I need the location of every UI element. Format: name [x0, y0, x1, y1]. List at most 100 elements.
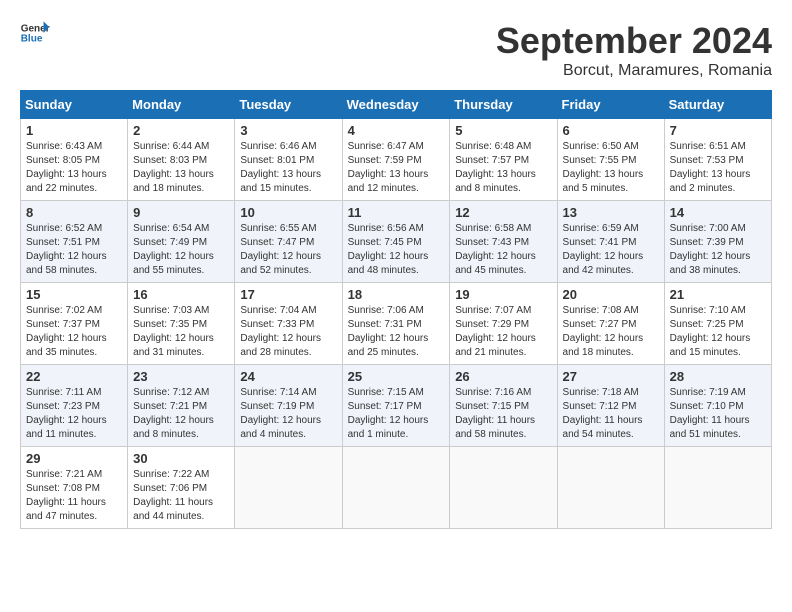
calendar-cell: 5 Sunrise: 6:48 AM Sunset: 7:57 PM Daylig… [450, 119, 557, 201]
calendar-cell [235, 447, 342, 529]
calendar-cell: 26 Sunrise: 7:16 AM Sunset: 7:15 PM Dayli… [450, 365, 557, 447]
calendar-cell: 7 Sunrise: 6:51 AM Sunset: 7:53 PM Daylig… [664, 119, 771, 201]
calendar-cell: 24 Sunrise: 7:14 AM Sunset: 7:19 PM Dayli… [235, 365, 342, 447]
calendar-cell: 13Sunrise: 6:59 AM Sunset: 7:41 PM Dayli… [557, 201, 664, 283]
day-info: Sunrise: 6:46 AM Sunset: 8:01 PM Dayligh… [240, 140, 336, 196]
calendar-week-4: 22 Sunrise: 7:11 AM Sunset: 7:23 PM Dayli… [21, 365, 772, 447]
calendar-cell: 19 Sunrise: 7:07 AM Sunset: 7:29 PM Dayli… [450, 283, 557, 365]
day-number: 20 [563, 287, 659, 302]
day-number: 4 [348, 123, 445, 138]
calendar-cell: 20 Sunrise: 7:08 AM Sunset: 7:27 PM Dayli… [557, 283, 664, 365]
calendar-cell: 29 Sunrise: 7:21 AM Sunset: 7:08 PM Dayli… [21, 447, 128, 529]
day-number: 14 [670, 205, 766, 220]
calendar-cell: 15 Sunrise: 7:02 AM Sunset: 7:37 PM Dayli… [21, 283, 128, 365]
calendar-cell [664, 447, 771, 529]
day-info: Sunrise: 7:18 AM Sunset: 7:12 PM Dayligh… [563, 386, 659, 442]
calendar-cell: 12 Sunrise: 6:58 AM Sunset: 7:43 PM Dayli… [450, 201, 557, 283]
svg-text:Blue: Blue [21, 33, 43, 44]
day-info: Sunrise: 7:14 AM Sunset: 7:19 PM Dayligh… [240, 386, 336, 442]
day-info: Sunrise: 7:08 AM Sunset: 7:27 PM Dayligh… [563, 304, 659, 360]
calendar-cell: 23 Sunrise: 7:12 AM Sunset: 7:21 PM Dayli… [128, 365, 235, 447]
day-number: 7 [670, 123, 766, 138]
day-number: 13 [563, 205, 659, 220]
weekday-header-sunday: Sunday [21, 91, 128, 119]
day-number: 28 [670, 369, 766, 384]
page-header: General Blue September 2024 Borcut, Mara… [20, 20, 772, 80]
day-info: Sunrise: 6:52 AM Sunset: 7:51 PM Dayligh… [26, 222, 122, 278]
calendar-cell: 25Sunrise: 7:15 AM Sunset: 7:17 PM Dayli… [342, 365, 450, 447]
calendar-cell [557, 447, 664, 529]
weekday-header-thursday: Thursday [450, 91, 557, 119]
day-number: 23 [133, 369, 229, 384]
day-number: 8 [26, 205, 122, 220]
day-number: 27 [563, 369, 659, 384]
day-info: Sunrise: 6:44 AM Sunset: 8:03 PM Dayligh… [133, 140, 229, 196]
calendar-cell: 28 Sunrise: 7:19 AM Sunset: 7:10 PM Dayli… [664, 365, 771, 447]
day-number: 16 [133, 287, 229, 302]
calendar-cell: 18Sunrise: 7:06 AM Sunset: 7:31 PM Dayli… [342, 283, 450, 365]
day-info: Sunrise: 7:02 AM Sunset: 7:37 PM Dayligh… [26, 304, 122, 360]
day-info: Sunrise: 7:03 AM Sunset: 7:35 PM Dayligh… [133, 304, 229, 360]
day-info: Sunrise: 6:48 AM Sunset: 7:57 PM Dayligh… [455, 140, 551, 196]
day-number: 30 [133, 451, 229, 466]
day-number: 25 [348, 369, 445, 384]
day-number: 24 [240, 369, 336, 384]
calendar-title: September 2024 [496, 20, 772, 62]
calendar-cell: 22 Sunrise: 7:11 AM Sunset: 7:23 PM Dayli… [21, 365, 128, 447]
calendar-cell: 2Sunrise: 6:44 AM Sunset: 8:03 PM Daylig… [128, 119, 235, 201]
calendar-table: SundayMondayTuesdayWednesdayThursdayFrid… [20, 90, 772, 529]
day-info: Sunrise: 6:50 AM Sunset: 7:55 PM Dayligh… [563, 140, 659, 196]
day-info: Sunrise: 7:19 AM Sunset: 7:10 PM Dayligh… [670, 386, 766, 442]
weekday-header-row: SundayMondayTuesdayWednesdayThursdayFrid… [21, 91, 772, 119]
calendar-week-2: 8 Sunrise: 6:52 AM Sunset: 7:51 PM Daylig… [21, 201, 772, 283]
day-info: Sunrise: 7:12 AM Sunset: 7:21 PM Dayligh… [133, 386, 229, 442]
day-info: Sunrise: 7:07 AM Sunset: 7:29 PM Dayligh… [455, 304, 551, 360]
calendar-cell [342, 447, 450, 529]
day-info: Sunrise: 7:11 AM Sunset: 7:23 PM Dayligh… [26, 386, 122, 442]
day-number: 6 [563, 123, 659, 138]
day-info: Sunrise: 6:56 AM Sunset: 7:45 PM Dayligh… [348, 222, 445, 278]
day-number: 18 [348, 287, 445, 302]
calendar-cell: 4 Sunrise: 6:47 AM Sunset: 7:59 PM Daylig… [342, 119, 450, 201]
calendar-cell: 8 Sunrise: 6:52 AM Sunset: 7:51 PM Daylig… [21, 201, 128, 283]
day-number: 1 [26, 123, 122, 138]
calendar-cell: 21 Sunrise: 7:10 AM Sunset: 7:25 PM Dayli… [664, 283, 771, 365]
day-number: 15 [26, 287, 122, 302]
day-number: 22 [26, 369, 122, 384]
calendar-subtitle: Borcut, Maramures, Romania [496, 62, 772, 80]
calendar-week-3: 15 Sunrise: 7:02 AM Sunset: 7:37 PM Dayli… [21, 283, 772, 365]
day-info: Sunrise: 6:55 AM Sunset: 7:47 PM Dayligh… [240, 222, 336, 278]
calendar-week-1: 1 Sunrise: 6:43 AM Sunset: 8:05 PM Daylig… [21, 119, 772, 201]
title-section: September 2024 Borcut, Maramures, Romani… [496, 20, 772, 80]
logo: General Blue [20, 20, 50, 45]
day-number: 29 [26, 451, 122, 466]
day-number: 11 [348, 205, 445, 220]
weekday-header-tuesday: Tuesday [235, 91, 342, 119]
day-info: Sunrise: 6:43 AM Sunset: 8:05 PM Dayligh… [26, 140, 122, 196]
weekday-header-friday: Friday [557, 91, 664, 119]
day-info: Sunrise: 7:00 AM Sunset: 7:39 PM Dayligh… [670, 222, 766, 278]
calendar-cell: 6 Sunrise: 6:50 AM Sunset: 7:55 PM Daylig… [557, 119, 664, 201]
weekday-header-saturday: Saturday [664, 91, 771, 119]
calendar-cell: 3Sunrise: 6:46 AM Sunset: 8:01 PM Daylig… [235, 119, 342, 201]
day-info: Sunrise: 7:21 AM Sunset: 7:08 PM Dayligh… [26, 468, 122, 524]
day-number: 5 [455, 123, 551, 138]
day-info: Sunrise: 6:58 AM Sunset: 7:43 PM Dayligh… [455, 222, 551, 278]
day-number: 9 [133, 205, 229, 220]
calendar-cell: 14 Sunrise: 7:00 AM Sunset: 7:39 PM Dayli… [664, 201, 771, 283]
day-number: 21 [670, 287, 766, 302]
day-info: Sunrise: 7:16 AM Sunset: 7:15 PM Dayligh… [455, 386, 551, 442]
calendar-cell: 11 Sunrise: 6:56 AM Sunset: 7:45 PM Dayli… [342, 201, 450, 283]
weekday-header-wednesday: Wednesday [342, 91, 450, 119]
day-info: Sunrise: 6:47 AM Sunset: 7:59 PM Dayligh… [348, 140, 445, 196]
calendar-cell: 1 Sunrise: 6:43 AM Sunset: 8:05 PM Daylig… [21, 119, 128, 201]
day-number: 19 [455, 287, 551, 302]
day-number: 12 [455, 205, 551, 220]
day-info: Sunrise: 7:22 AM Sunset: 7:06 PM Dayligh… [133, 468, 229, 524]
calendar-cell: 30 Sunrise: 7:22 AM Sunset: 7:06 PM Dayli… [128, 447, 235, 529]
day-number: 26 [455, 369, 551, 384]
day-info: Sunrise: 7:10 AM Sunset: 7:25 PM Dayligh… [670, 304, 766, 360]
day-info: Sunrise: 6:51 AM Sunset: 7:53 PM Dayligh… [670, 140, 766, 196]
day-number: 10 [240, 205, 336, 220]
calendar-cell: 27 Sunrise: 7:18 AM Sunset: 7:12 PM Dayli… [557, 365, 664, 447]
